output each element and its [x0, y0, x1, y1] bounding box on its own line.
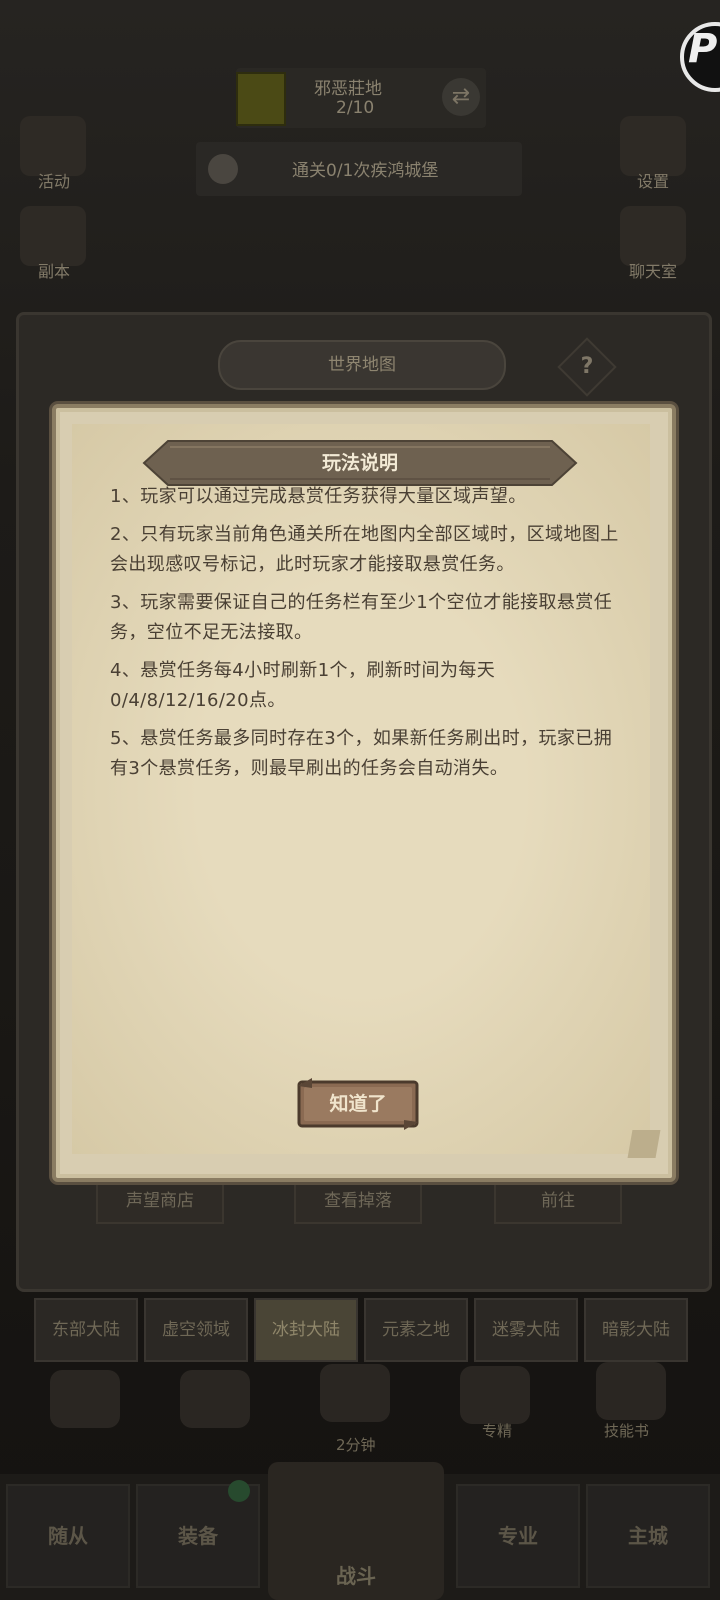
rule-item-3: 3、玩家需要保证自己的任务栏有至少1个空位才能接取悬赏任务，空位不足无法接取。	[110, 592, 613, 643]
timer-icon[interactable]	[320, 1364, 390, 1422]
confirm-button-label[interactable]: 知道了	[296, 1076, 420, 1132]
reputation-shop-button[interactable]: 声望商店	[96, 1178, 224, 1224]
specialty-label: 专精	[482, 1422, 513, 1440]
tab-mist-continent[interactable]: 迷雾大陆	[474, 1298, 578, 1362]
paper-corner-fold	[627, 1130, 661, 1158]
dungeon-icon[interactable]	[20, 206, 86, 266]
quest-icon	[208, 154, 238, 184]
quest-text: 通关0/1次疾鸿城堡	[292, 161, 439, 181]
activity-icon[interactable]	[20, 116, 86, 176]
quest-bar[interactable]: 通关0/1次疾鸿城堡	[196, 142, 522, 196]
tab-shadow-continent[interactable]: 暗影大陆	[584, 1298, 688, 1362]
current-region-card[interactable]: 邪恶莊地 2/10 ⇄	[236, 68, 486, 128]
view-drops-button[interactable]: 查看掉落	[294, 1178, 422, 1224]
nav-main-city[interactable]: 主城	[586, 1484, 710, 1588]
nav-battle[interactable]: 战斗	[268, 1560, 444, 1589]
region-flag-icon	[236, 72, 286, 126]
swap-region-icon[interactable]: ⇄	[442, 78, 480, 116]
region-progress: 2/10	[336, 98, 375, 118]
chat-room-label: 聊天室	[628, 262, 677, 281]
help-question-icon[interactable]: ?	[566, 346, 608, 388]
chat-room-icon[interactable]	[620, 206, 686, 266]
settings-gear-icon[interactable]	[620, 116, 686, 176]
specialty-icon[interactable]	[460, 1366, 530, 1424]
rule-item-5: 5、悬赏任务最多同时存在3个，如果新任务刷出时，玩家已拥有3个悬赏任务，则最早刷…	[110, 728, 613, 779]
resource-icon-2[interactable]	[180, 1370, 250, 1428]
go-to-button[interactable]: 前往	[494, 1178, 622, 1224]
resource-icon-1[interactable]	[50, 1370, 120, 1428]
rules-list: 1、玩家可以通过完成悬赏任务获得大量区域声望。 2、只有玩家当前角色通关所在地图…	[110, 482, 630, 792]
skill-book-label: 技能书	[604, 1422, 650, 1440]
app-logo-glyph: P	[688, 26, 718, 72]
settings-label: 设置	[636, 172, 669, 191]
notification-dot	[228, 1480, 250, 1502]
nav-followers[interactable]: 随从	[6, 1484, 130, 1588]
tab-void-realm[interactable]: 虚空领域	[144, 1298, 248, 1362]
rule-item-4: 4、悬赏任务每4小时刷新1个，刷新时间为每天0/4/8/12/16/20点。	[110, 660, 496, 711]
dungeon-label: 副本	[37, 262, 70, 281]
region-tabs: 东部大陆 虚空领域 冰封大陆 元素之地 迷雾大陆 暗影大陆	[32, 1298, 692, 1362]
tab-frozen-continent[interactable]: 冰封大陆	[254, 1298, 358, 1362]
tab-eastern-continent[interactable]: 东部大陆	[34, 1298, 138, 1362]
rule-item-2: 2、只有玩家当前角色通关所在地图内全部区域时，区域地图上会出现感叹号标记，此时玩…	[110, 524, 619, 575]
rule-item-1: 1、玩家可以通过完成悬赏任务获得大量区域声望。	[110, 486, 527, 507]
tab-elemental-land[interactable]: 元素之地	[364, 1298, 468, 1362]
skill-book-icon[interactable]	[596, 1362, 666, 1420]
world-map-title: 世界地图	[218, 340, 506, 390]
nav-profession[interactable]: 专业	[456, 1484, 580, 1588]
activity-label: 活动	[37, 172, 70, 191]
region-name: 邪恶莊地	[314, 79, 382, 99]
timer-label: 2分钟	[336, 1436, 376, 1454]
